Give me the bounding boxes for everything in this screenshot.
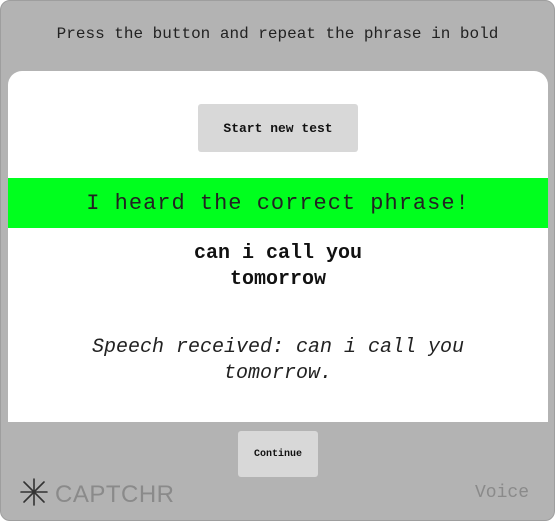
target-phrase-line-2: tomorrow [229,268,326,291]
brand-name: CAPTCHR [55,480,175,508]
speech-line-1: Speech received: can i call you [91,336,465,359]
captchr-logo: CAPTCHR [19,477,175,512]
speech-received-text: Speech received: can i call you tomorrow… [58,335,498,387]
continue-button[interactable]: Continue [238,431,318,477]
instruction-text: Press the button and repeat the phrase i… [56,25,499,43]
target-phrase: can i call you tomorrow [128,241,428,293]
speech-line-2: tomorrow. [223,362,333,385]
result-banner: I heard the correct phrase! [8,178,548,228]
captcha-widget: Press the button and repeat the phrase i… [0,0,555,521]
test-panel: Start new test I heard the correct phras… [8,71,548,422]
target-phrase-line-1: can i call you [193,242,363,265]
start-new-test-button[interactable]: Start new test [198,104,358,152]
captcha-mode-label: Voice [474,483,529,503]
asterisk-star-icon [19,477,49,512]
